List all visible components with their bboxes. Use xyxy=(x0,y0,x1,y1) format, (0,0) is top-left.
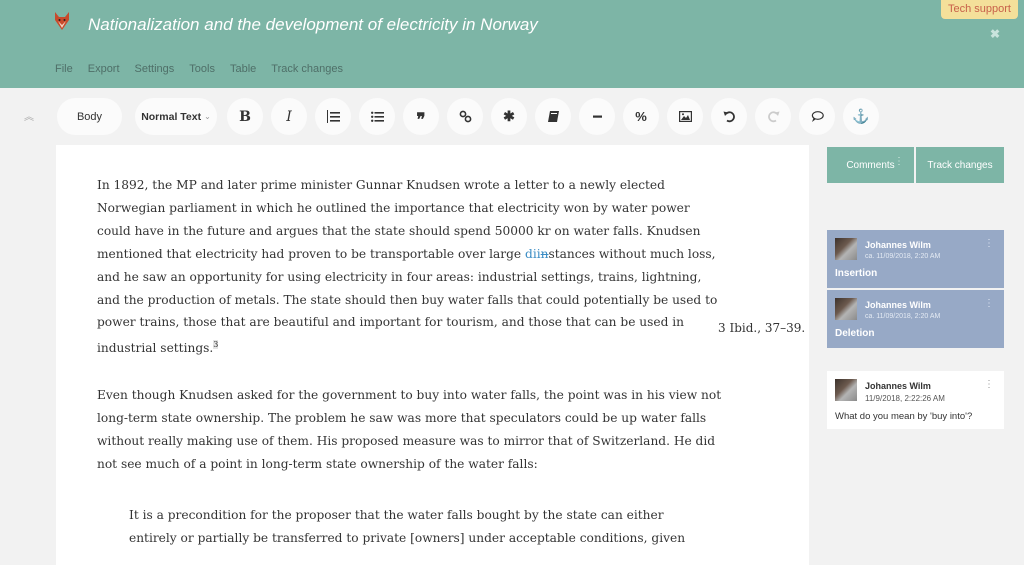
vertical-dots-icon[interactable]: ⋮ xyxy=(984,298,994,309)
avatar xyxy=(835,379,857,401)
vertical-dots-icon[interactable]: ⋮ xyxy=(894,156,904,167)
italic-button[interactable]: I xyxy=(271,98,307,135)
menu-table[interactable]: Table xyxy=(230,63,256,75)
vertical-dots-icon[interactable]: ⋮ xyxy=(984,238,994,249)
percent-icon: % xyxy=(635,109,647,124)
undo-icon xyxy=(723,111,735,123)
comment-card[interactable]: Johannes Wilm 11/9/2018, 2:22:26 AM What… xyxy=(827,371,1004,429)
anchor-button[interactable]: ⚓ xyxy=(843,98,879,135)
citation-button[interactable] xyxy=(535,98,571,135)
change-card-insertion[interactable]: Johannes Wilm ca. 11/09/2018, 2:20 AM In… xyxy=(827,230,1004,288)
section-style-label: Body xyxy=(76,110,103,123)
chevron-down-icon: ⌄ xyxy=(204,112,211,121)
bullet-list-button[interactable] xyxy=(359,98,395,135)
link-button[interactable] xyxy=(447,98,483,135)
vertical-dots-icon[interactable]: ⋮ xyxy=(984,379,994,390)
tab-comments[interactable]: Comments ⋮ xyxy=(827,147,914,183)
minus-icon xyxy=(592,115,602,118)
tracked-insertion[interactable]: di xyxy=(525,247,537,261)
numbered-list-button[interactable] xyxy=(315,98,351,135)
image-button[interactable] xyxy=(667,98,703,135)
toolbar: ︽ Body Normal Text ⌄ B I ❞ ✱ % ⚓ xyxy=(0,88,1024,145)
double-chevron-up-icon[interactable]: ︽ xyxy=(24,108,34,123)
tech-support-button[interactable]: Tech support xyxy=(941,0,1018,19)
undo-button[interactable] xyxy=(711,98,747,135)
avatar xyxy=(835,238,857,260)
footnote-button[interactable]: ✱ xyxy=(491,98,527,135)
footnote-reference[interactable]: 3 xyxy=(213,340,219,350)
redo-icon xyxy=(767,111,779,123)
change-type: Insertion xyxy=(835,268,878,279)
block-style-label: Normal Text xyxy=(141,110,202,123)
paragraph-2[interactable]: Even though Knudsen asked for the govern… xyxy=(97,384,722,476)
bold-button[interactable]: B xyxy=(227,98,263,135)
block-style-select[interactable]: Normal Text ⌄ xyxy=(135,98,217,135)
change-author: Johannes Wilm xyxy=(865,240,931,250)
anchor-icon: ⚓ xyxy=(852,108,870,124)
change-card-deletion[interactable]: Johannes Wilm ca. 11/09/2018, 2:20 AM De… xyxy=(827,290,1004,348)
avatar xyxy=(835,298,857,320)
book-icon xyxy=(547,111,559,122)
tab-track-changes[interactable]: Track changes xyxy=(916,147,1004,183)
comment-icon xyxy=(811,111,824,122)
menu-file[interactable]: File xyxy=(55,63,73,75)
link-icon xyxy=(459,110,471,123)
bullet-list-icon xyxy=(370,111,384,122)
comment-author: Johannes Wilm xyxy=(865,381,931,391)
close-icon[interactable]: ✖ xyxy=(990,27,1000,41)
document-title[interactable]: Nationalization and the development of e… xyxy=(88,15,538,35)
fox-logo-icon[interactable] xyxy=(54,12,70,30)
tracked-deletion[interactable]: n xyxy=(541,247,549,261)
menu-track-changes[interactable]: Track changes xyxy=(271,63,343,75)
redo-button[interactable] xyxy=(755,98,791,135)
paragraph-1[interactable]: In 1892, the MP and later prime minister… xyxy=(97,174,722,360)
image-icon xyxy=(678,111,692,123)
menu-export[interactable]: Export xyxy=(88,63,120,75)
quote-icon: ❞ xyxy=(416,109,426,130)
math-button[interactable]: % xyxy=(623,98,659,135)
change-author: Johannes Wilm xyxy=(865,300,931,310)
footnote[interactable]: 3 Ibid., 37–39. xyxy=(718,321,805,335)
block-quote[interactable]: It is a precondition for the proposer th… xyxy=(129,504,709,550)
menu-settings[interactable]: Settings xyxy=(135,63,175,75)
change-date: ca. 11/09/2018, 2:20 AM xyxy=(865,253,941,260)
change-type: Deletion xyxy=(835,328,875,339)
menu-tools[interactable]: Tools xyxy=(189,63,215,75)
asterisk-icon: ✱ xyxy=(503,108,515,124)
section-style-select[interactable]: Body xyxy=(57,98,122,135)
comment-button[interactable] xyxy=(799,98,835,135)
blockquote-button[interactable]: ❞ xyxy=(403,98,439,135)
header: Nationalization and the development of e… xyxy=(0,0,1024,88)
change-date: ca. 11/09/2018, 2:20 AM xyxy=(865,313,941,320)
paragraph-text-continued: stances without much loss, and he saw an… xyxy=(97,246,718,356)
numbered-list-icon xyxy=(326,110,340,123)
italic-icon: I xyxy=(286,108,292,125)
comment-date: 11/9/2018, 2:22:26 AM xyxy=(865,394,945,403)
bold-icon: B xyxy=(239,108,251,125)
tab-track-changes-label: Track changes xyxy=(927,159,993,171)
main-menu: File Export Settings Tools Table Track c… xyxy=(55,63,358,75)
horizontal-rule-button[interactable] xyxy=(579,98,615,135)
comment-text: What do you mean by 'buy into'? xyxy=(835,411,973,422)
tab-comments-label: Comments xyxy=(846,159,895,171)
